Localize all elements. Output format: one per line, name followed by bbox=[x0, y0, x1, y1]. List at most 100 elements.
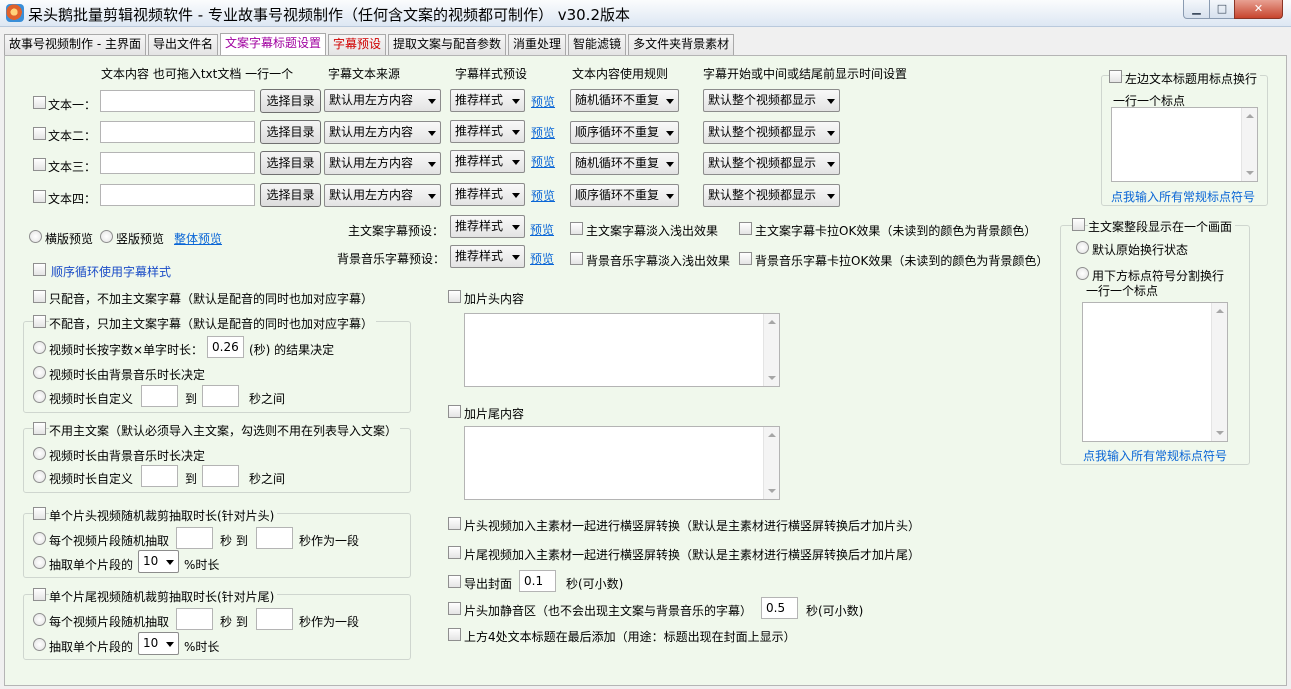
text3-style-select[interactable]: 推荐样式 bbox=[450, 150, 525, 173]
tail-clip-max-input[interactable] bbox=[256, 608, 293, 630]
title-punct-checkbox[interactable] bbox=[1109, 70, 1122, 83]
text2-dir-button[interactable]: 选择目录 bbox=[260, 120, 321, 144]
duration-custom-min-input[interactable] bbox=[141, 385, 178, 407]
no-main-checkbox[interactable] bbox=[33, 422, 46, 435]
silence-input[interactable]: 0.5 bbox=[761, 597, 798, 619]
scroll-up-icon[interactable] bbox=[768, 433, 776, 437]
text1-input[interactable] bbox=[100, 90, 255, 112]
bgm-sub-fade-checkbox[interactable] bbox=[570, 252, 583, 265]
scroll-down-icon[interactable] bbox=[1216, 431, 1224, 435]
overall-preview-link[interactable]: 整体预览 bbox=[174, 230, 222, 247]
head-clip-percent-select[interactable]: 10 bbox=[138, 550, 179, 573]
text4-checkbox[interactable] bbox=[33, 190, 46, 203]
text1-dir-button[interactable]: 选择目录 bbox=[260, 89, 321, 113]
no-dub-checkbox[interactable] bbox=[33, 315, 46, 328]
no-main-custom-max-input[interactable] bbox=[202, 465, 239, 487]
main-sub-karaoke-checkbox[interactable] bbox=[739, 222, 752, 235]
minimize-button[interactable]: ▁ bbox=[1183, 0, 1210, 19]
tail-content-textarea[interactable] bbox=[464, 426, 780, 500]
maximize-button[interactable]: □ bbox=[1209, 0, 1235, 19]
tab-subtitle-title-settings[interactable]: 文案字幕标题设置 bbox=[219, 33, 326, 55]
main-para-default-radio[interactable] bbox=[1076, 241, 1089, 254]
main-sub-style-select[interactable]: 推荐样式 bbox=[450, 215, 525, 238]
head-clip-max-input[interactable] bbox=[256, 527, 293, 549]
text3-input[interactable] bbox=[100, 152, 255, 174]
export-cover-input[interactable]: 0.1 bbox=[519, 570, 556, 592]
text1-checkbox[interactable] bbox=[33, 96, 46, 109]
duration-custom-radio[interactable] bbox=[33, 390, 46, 403]
tail-clip-random-radio[interactable] bbox=[33, 613, 46, 626]
text1-source-select[interactable]: 默认用左方内容 bbox=[324, 89, 441, 112]
bgm-sub-preview-link[interactable]: 预览 bbox=[530, 250, 554, 267]
bgm-sub-style-select[interactable]: 推荐样式 bbox=[450, 245, 525, 268]
text4-time-select[interactable]: 默认整个视频都显示 bbox=[703, 184, 840, 207]
title-punct-scrollbar[interactable] bbox=[1241, 108, 1257, 181]
vertical-preview-radio[interactable] bbox=[100, 230, 113, 243]
text4-dir-button[interactable]: 选择目录 bbox=[260, 183, 321, 207]
no-main-custom-min-input[interactable] bbox=[141, 465, 178, 487]
main-para-checkbox[interactable] bbox=[1072, 218, 1085, 231]
scroll-down-icon[interactable] bbox=[1246, 171, 1254, 175]
only-dub-checkbox[interactable] bbox=[33, 290, 46, 303]
horizontal-preview-radio[interactable] bbox=[29, 230, 42, 243]
head-clip-random-radio[interactable] bbox=[33, 532, 46, 545]
close-button[interactable]: ✕ bbox=[1234, 0, 1283, 19]
text4-input[interactable] bbox=[100, 184, 255, 206]
text2-preview-link[interactable]: 预览 bbox=[531, 124, 555, 141]
tail-content-checkbox[interactable] bbox=[448, 405, 461, 418]
tail-clip-percent-radio[interactable] bbox=[33, 638, 46, 651]
text3-source-select[interactable]: 默认用左方内容 bbox=[324, 152, 441, 175]
head-clip-checkbox[interactable] bbox=[33, 507, 46, 520]
text3-preview-link[interactable]: 预览 bbox=[531, 153, 555, 170]
main-para-split-radio[interactable] bbox=[1076, 267, 1089, 280]
text4-preview-link[interactable]: 预览 bbox=[531, 187, 555, 204]
text3-time-select[interactable]: 默认整个视频都显示 bbox=[703, 152, 840, 175]
text1-rule-select[interactable]: 随机循环不重复 bbox=[570, 89, 679, 112]
text1-style-select[interactable]: 推荐样式 bbox=[450, 89, 525, 112]
head-content-scrollbar[interactable] bbox=[763, 314, 779, 386]
tab-main[interactable]: 故事号视频制作 - 主界面 bbox=[4, 34, 146, 55]
text2-checkbox[interactable] bbox=[33, 127, 46, 140]
text4-rule-select[interactable]: 顺序循环不重复 bbox=[570, 184, 679, 207]
main-sub-fade-checkbox[interactable] bbox=[570, 222, 583, 235]
tab-smart-filter[interactable]: 智能滤镜 bbox=[568, 34, 627, 55]
text1-preview-link[interactable]: 预览 bbox=[531, 93, 555, 110]
head-clip-percent-radio[interactable] bbox=[33, 556, 46, 569]
export-cover-checkbox[interactable] bbox=[448, 575, 461, 588]
tab-multi-folder-bg[interactable]: 多文件夹背景素材 bbox=[628, 34, 735, 55]
scroll-up-icon[interactable] bbox=[1216, 309, 1224, 313]
scroll-down-icon[interactable] bbox=[768, 376, 776, 380]
no-main-duration-custom-radio[interactable] bbox=[33, 470, 46, 483]
silence-checkbox[interactable] bbox=[448, 602, 461, 615]
text2-style-select[interactable]: 推荐样式 bbox=[450, 120, 525, 143]
text4-source-select[interactable]: 默认用左方内容 bbox=[324, 184, 441, 207]
main-para-textarea[interactable] bbox=[1082, 302, 1228, 442]
text1-time-select[interactable]: 默认整个视频都显示 bbox=[703, 89, 840, 112]
text2-input[interactable] bbox=[100, 121, 255, 143]
duration-custom-max-input[interactable] bbox=[202, 385, 239, 407]
bgm-sub-karaoke-checkbox[interactable] bbox=[739, 252, 752, 265]
head-content-textarea[interactable] bbox=[464, 313, 780, 387]
scroll-up-icon[interactable] bbox=[768, 320, 776, 324]
tail-clip-checkbox[interactable] bbox=[33, 588, 46, 601]
tail-convert-checkbox[interactable] bbox=[448, 546, 461, 559]
tail-clip-min-input[interactable] bbox=[176, 608, 213, 630]
duration-by-bgm-radio[interactable] bbox=[33, 366, 46, 379]
title-punct-textarea[interactable] bbox=[1111, 107, 1258, 182]
text2-source-select[interactable]: 默认用左方内容 bbox=[324, 121, 441, 144]
tab-subtitle-presets[interactable]: 字幕预设 bbox=[328, 34, 387, 55]
tab-extract-dub-params[interactable]: 提取文案与配音参数 bbox=[388, 34, 507, 55]
main-para-link[interactable]: 点我输入所有常规标点符号 bbox=[1083, 447, 1227, 464]
text2-time-select[interactable]: 默认整个视频都显示 bbox=[703, 121, 840, 144]
seq-loop-style-checkbox[interactable] bbox=[33, 263, 46, 276]
text3-checkbox[interactable] bbox=[33, 158, 46, 171]
title-punct-link[interactable]: 点我输入所有常规标点符号 bbox=[1111, 188, 1255, 205]
tab-dedup[interactable]: 消重处理 bbox=[508, 34, 567, 55]
tail-clip-percent-select[interactable]: 10 bbox=[138, 632, 179, 655]
title-last-checkbox[interactable] bbox=[448, 628, 461, 641]
main-para-scrollbar[interactable] bbox=[1211, 303, 1227, 441]
duration-by-chars-radio[interactable] bbox=[33, 341, 46, 354]
main-sub-preview-link[interactable]: 预览 bbox=[530, 221, 554, 238]
text3-rule-select[interactable]: 随机循环不重复 bbox=[570, 152, 679, 175]
tail-content-scrollbar[interactable] bbox=[763, 427, 779, 499]
